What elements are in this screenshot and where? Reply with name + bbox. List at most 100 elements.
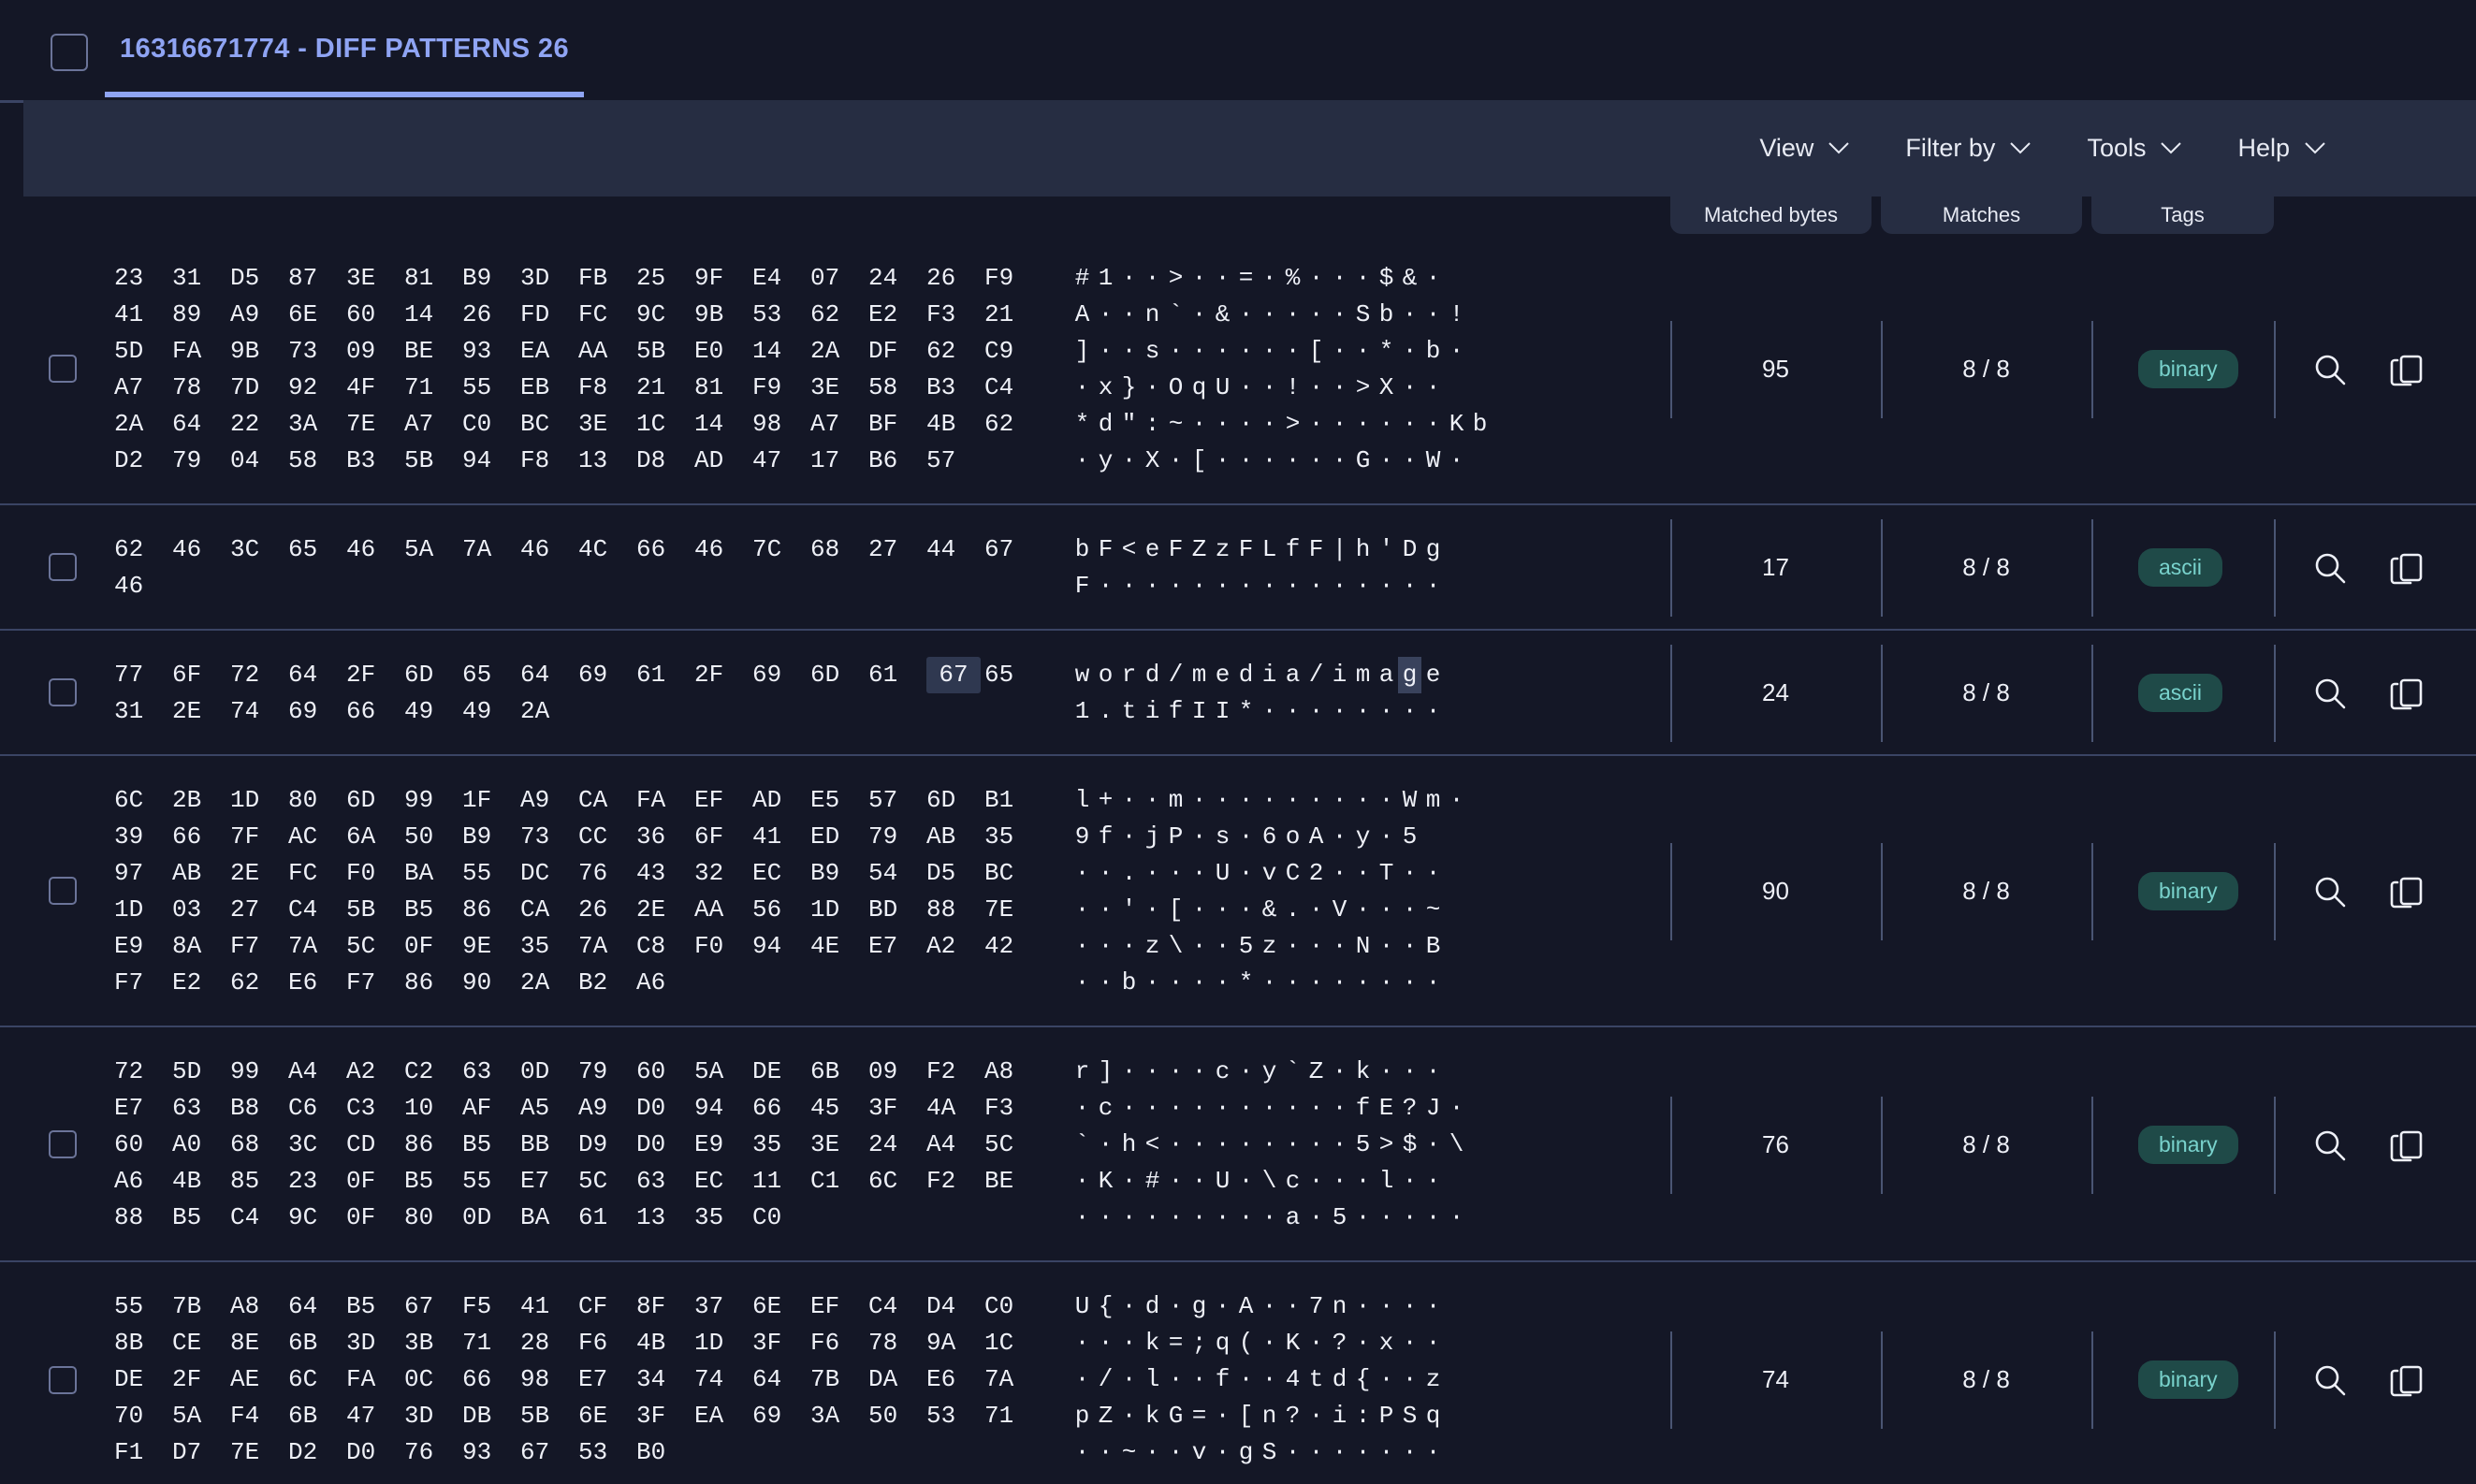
ascii-char: · [1261, 337, 1277, 365]
ascii-dump-line: * d ": ~ · · · · > · · · · · · Kb [1071, 406, 1492, 443]
hex-byte: 55 [462, 373, 492, 401]
ascii-char: · [1261, 1203, 1277, 1231]
ascii-char: · [1308, 895, 1324, 924]
search-icon[interactable] [2309, 1360, 2351, 1401]
toolbar-menu-group: View Filter by Tools Help [1731, 100, 2353, 196]
ascii-char: b [1121, 968, 1137, 997]
hex-byte: 72 [114, 1057, 144, 1085]
ascii-char: } [1121, 373, 1137, 401]
tag-badge[interactable]: binary [2138, 872, 2238, 910]
copy-icon[interactable] [2386, 1125, 2427, 1166]
ascii-char: · [1402, 968, 1418, 997]
ascii-char: · [1121, 264, 1137, 292]
hex-byte: D0 [636, 1094, 666, 1122]
copy-icon[interactable] [2386, 547, 2427, 589]
table-row[interactable]: 6C 2B 1D 80 6D 99 1F A9 CA FA EF AD E5 57 6D B1 l + · · m · · ·… [0, 756, 2476, 1027]
tag-badge[interactable]: binary [2138, 1360, 2238, 1399]
table-row[interactable]: 55 7B A8 64 B5 67 F5 41 CF 8F 37 6E EF C4 D4 C0 U{· d · g · A… [0, 1262, 2476, 1484]
ascii-char: · [1308, 1167, 1324, 1195]
ascii-char: · [1074, 1167, 1090, 1195]
row-checkbox[interactable] [49, 1129, 77, 1158]
hex-byte: FA [172, 337, 202, 365]
search-icon[interactable] [2309, 547, 2351, 589]
ascii-char: q [1425, 1402, 1441, 1430]
ascii-char: · [1215, 1402, 1231, 1430]
table-row[interactable]: 72 5D 99 A4 A2 C2 63 0D 79 60 5A DE 6B 09 F2 A8 r] · · · · c ·… [0, 1027, 2476, 1262]
ascii-char: · [1191, 572, 1207, 600]
tag-badge[interactable]: ascii [2138, 548, 2223, 587]
row-checkbox[interactable] [49, 678, 77, 706]
menu-help[interactable]: Help [2209, 100, 2353, 196]
hex-byte: 93 [462, 337, 492, 365]
tag-badge[interactable]: binary [2138, 350, 2238, 388]
ascii-char: · [1261, 1365, 1277, 1393]
copy-icon[interactable] [2386, 349, 2427, 390]
hex-byte: BC [984, 859, 1014, 887]
search-icon[interactable] [2309, 349, 2351, 390]
hex-byte: 97 [114, 859, 144, 887]
hex-byte: 55 [462, 859, 492, 887]
ascii-char: b [1425, 337, 1441, 365]
tab-diff-patterns[interactable]: 16316671774 - DIFF PATTERNS 26 [105, 0, 584, 103]
ascii-char: U [1074, 1292, 1090, 1320]
row-checkbox[interactable] [49, 355, 77, 383]
hex-byte: C4 [868, 1292, 898, 1320]
ascii-char: / [1168, 661, 1184, 689]
menu-view[interactable]: View [1731, 100, 1877, 196]
search-icon[interactable] [2309, 1125, 2351, 1166]
hex-byte: 63 [462, 1057, 492, 1085]
ascii-char: g [1191, 1292, 1207, 1320]
copy-icon[interactable] [2386, 871, 2427, 912]
hex-byte: 7F [230, 822, 260, 851]
tag-badge[interactable]: binary [2138, 1125, 2238, 1164]
ascii-char: · [1332, 1057, 1347, 1085]
ascii-char: · [1425, 1167, 1441, 1195]
ascii-char: · [1449, 446, 1464, 474]
ascii-char: O [1168, 373, 1184, 401]
ascii-char: q [1215, 1329, 1231, 1357]
hex-byte: 67 [404, 1292, 434, 1320]
hex-byte: 62 [984, 410, 1014, 438]
tag-badge[interactable]: ascii [2138, 674, 2223, 712]
ascii-char: · [1308, 1094, 1324, 1122]
copy-icon[interactable] [2386, 1360, 2427, 1401]
hex-byte: CE [172, 1329, 202, 1357]
hex-byte: 35 [520, 932, 550, 960]
select-all-checkbox[interactable] [51, 34, 88, 71]
table-row[interactable]: 77 6F 72 64 2F 6D 65 64 69 61 2F 69 6D 61 67 65 w o r d / m e d… [0, 631, 2476, 756]
hex-byte: 5D [114, 337, 144, 365]
ascii-char: · [1425, 697, 1441, 725]
ascii-char: · [1261, 373, 1277, 401]
hex-dump-line: 1D 03 27 C4 5B B5 86 CA 26 2E AA 56 1D BD 88 7E · · ' ·[· · ·… [114, 892, 1468, 928]
copy-icon[interactable] [2386, 673, 2427, 714]
column-header-tags[interactable]: Tags [2091, 196, 2274, 234]
column-header-matched-bytes[interactable]: Matched bytes [1670, 196, 1872, 234]
hex-byte: D9 [578, 1130, 608, 1158]
column-header-matches[interactable]: Matches [1881, 196, 2082, 234]
ascii-char: n [1144, 300, 1160, 328]
ascii-char: · [1402, 895, 1418, 924]
table-row[interactable]: 62 46 3C 65 46 5A 7A 46 4C 66 46 7C 68 27 44 67 b F < e F Zz F… [0, 505, 2476, 631]
ascii-char: · [1378, 895, 1394, 924]
menu-tools[interactable]: Tools [2059, 100, 2209, 196]
menu-help-label: Help [2237, 134, 2290, 162]
row-checkbox[interactable] [49, 553, 77, 581]
ascii-char: ~ [1425, 895, 1441, 924]
table-row[interactable]: 23 31 D5 87 3E 81 B9 3D FB 25 9F E4 07 24 26 F9 #1 · · > · · =… [0, 234, 2476, 505]
search-icon[interactable] [2309, 871, 2351, 912]
ascii-char: f [1168, 697, 1184, 725]
menu-filter-by[interactable]: Filter by [1877, 100, 2059, 196]
ascii-char: ] [1098, 1057, 1114, 1085]
hex-byte: C0 [984, 1292, 1014, 1320]
search-icon[interactable] [2309, 673, 2351, 714]
hex-byte: 47 [752, 446, 782, 474]
row-checkbox[interactable] [49, 1365, 77, 1394]
hex-byte: F9 [984, 264, 1014, 292]
hex-byte: 61 [578, 1203, 608, 1231]
ascii-char: · [1168, 572, 1184, 600]
hex-byte: 24 [868, 264, 898, 292]
row-checkbox[interactable] [49, 877, 77, 905]
ascii-char: f [1098, 822, 1114, 851]
hex-byte: 74 [230, 697, 260, 725]
ascii-char: · [1449, 1203, 1464, 1231]
